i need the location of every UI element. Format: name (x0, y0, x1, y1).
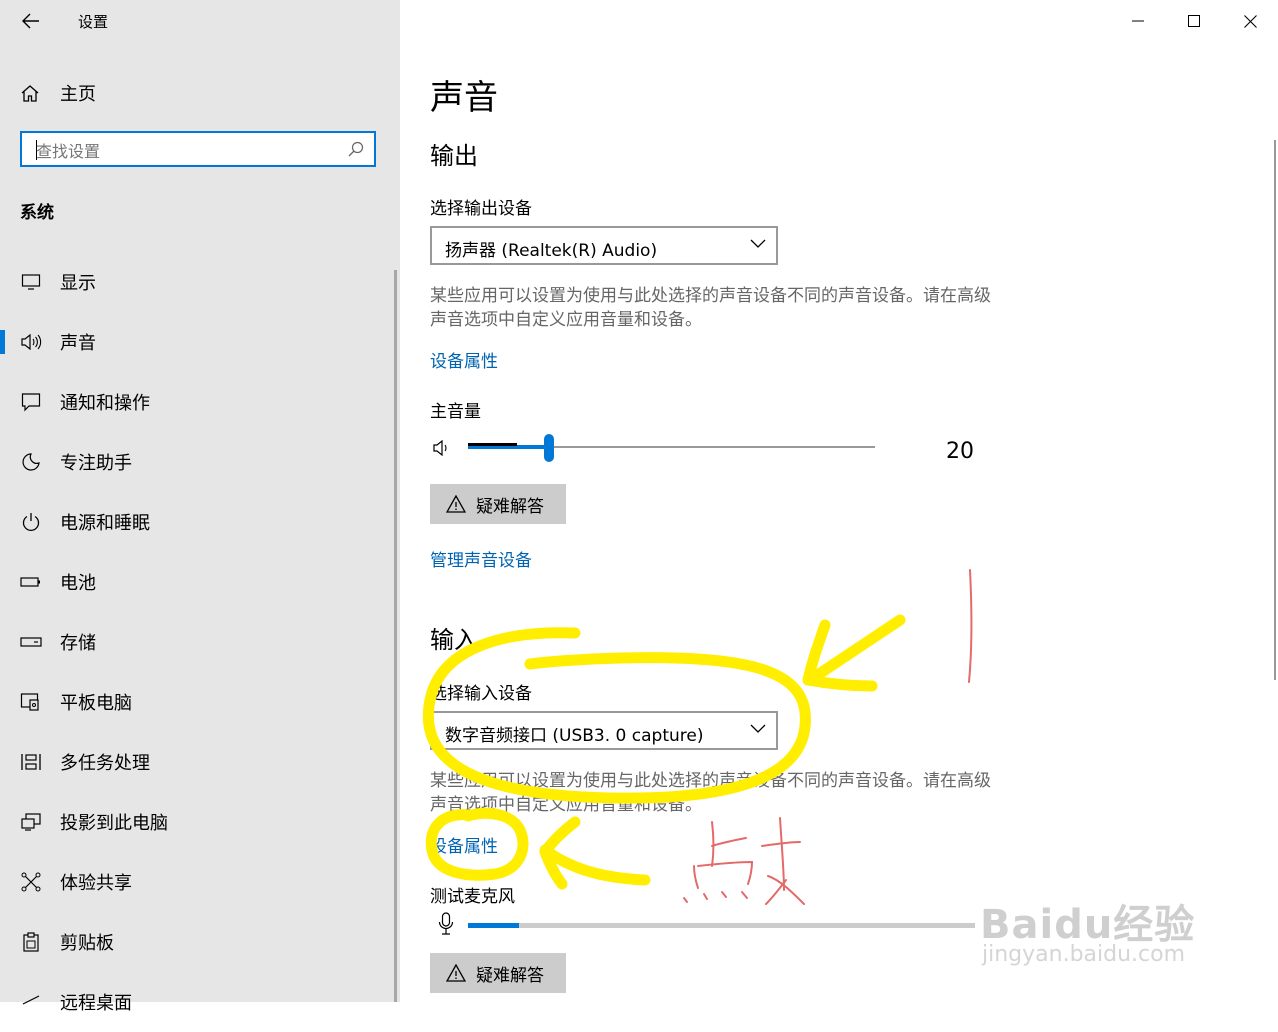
troubleshoot-label: 疑难解答 (476, 965, 544, 986)
page-title: 声音 (430, 78, 498, 118)
warning-icon (446, 495, 466, 513)
main-scrollbar[interactable] (1274, 140, 1276, 680)
project-icon (18, 809, 44, 835)
sidebar-item-label: 剪贴板 (60, 933, 114, 954)
home-label: 主页 (60, 84, 96, 105)
sidebar-item-shared-experiences[interactable]: 体验共享 (0, 852, 395, 912)
section-title: 系统 (20, 203, 54, 223)
sidebar-item-label: 显示 (60, 273, 96, 294)
sidebar-item-label: 多任务处理 (60, 753, 150, 774)
output-select-label: 选择输出设备 (430, 199, 532, 219)
sidebar-item-label: 通知和操作 (60, 393, 150, 414)
input-device-value: 数字音频接口 (USB3. 0 capture) (445, 726, 704, 746)
master-volume-label: 主音量 (430, 402, 481, 422)
storage-icon (18, 629, 44, 655)
clipboard-icon (18, 929, 44, 955)
sidebar-item-multitasking[interactable]: 多任务处理 (0, 732, 395, 792)
close-button[interactable] (1230, 6, 1270, 36)
home-icon (21, 85, 39, 102)
close-icon (1243, 14, 1257, 28)
sidebar-item-notifications[interactable]: 通知和操作 (0, 372, 395, 432)
chevron-down-icon (750, 239, 766, 248)
home-nav-item[interactable]: 主页 (20, 78, 96, 108)
active-indicator (0, 330, 5, 354)
manage-sound-devices-link[interactable]: 管理声音设备 (430, 546, 532, 571)
troubleshoot-label: 疑难解答 (476, 496, 544, 517)
notification-icon (18, 389, 44, 415)
input-troubleshoot-button[interactable]: 疑难解答 (430, 953, 566, 993)
output-troubleshoot-button[interactable]: 疑难解答 (430, 484, 566, 524)
sidebar-item-sound[interactable]: 声音 (0, 312, 395, 372)
warning-icon (446, 964, 466, 982)
input-description: 某些应用可以设置为使用与此处选择的声音设备不同的声音设备。请在高级声音选项中自定… (430, 771, 991, 815)
multitask-icon (18, 749, 44, 775)
speaker-icon (18, 329, 44, 355)
sidebar-item-display[interactable]: 显示 (0, 252, 395, 312)
output-description: 某些应用可以设置为使用与此处选择的声音设备不同的声音设备。请在高级声音选项中自定… (430, 286, 991, 330)
share-icon (18, 869, 44, 895)
input-select-label: 选择输入设备 (430, 684, 532, 704)
sidebar: 设置 主页 系统 显示 声音 通知和操作 专注助手 电源和睡眠 (0, 0, 400, 1014)
main-content: 声音 输出 选择输出设备 扬声器 (Realtek(R) Audio) 某些应用… (400, 0, 1278, 1002)
search-icon[interactable] (348, 141, 364, 157)
sidebar-item-label: 平板电脑 (60, 693, 132, 714)
volume-slider-thumb[interactable] (544, 434, 555, 462)
maximize-icon (1188, 15, 1200, 27)
minimize-button[interactable] (1118, 6, 1158, 36)
test-microphone-label: 测试麦克风 (430, 887, 515, 907)
remote-desktop-icon (18, 989, 44, 1015)
app-title: 设置 (78, 13, 109, 31)
sidebar-item-project[interactable]: 投影到此电脑 (0, 792, 395, 852)
minimize-icon (1132, 20, 1144, 22)
display-icon (18, 269, 44, 295)
search-input[interactable] (34, 139, 338, 163)
maximize-button[interactable] (1174, 6, 1214, 36)
volume-value: 20 (946, 439, 974, 464)
sidebar-item-power[interactable]: 电源和睡眠 (0, 492, 395, 552)
output-device-dropdown[interactable]: 扬声器 (Realtek(R) Audio) (430, 226, 778, 265)
sidebar-item-label: 电源和睡眠 (60, 513, 150, 534)
sidebar-item-tablet[interactable]: 平板电脑 (0, 672, 395, 732)
sidebar-item-label: 电池 (60, 573, 96, 594)
input-device-properties-link[interactable]: 设备属性 (430, 832, 498, 857)
sidebar-item-label: 远程桌面 (60, 993, 132, 1014)
back-arrow-icon (22, 13, 39, 29)
output-heading: 输出 (430, 142, 478, 170)
sidebar-item-remote-desktop[interactable]: 远程桌面 (0, 972, 395, 1032)
sidebar-item-clipboard[interactable]: 剪贴板 (0, 912, 395, 972)
sidebar-item-storage[interactable]: 存储 (0, 612, 395, 672)
sidebar-item-label: 投影到此电脑 (60, 813, 168, 834)
output-device-value: 扬声器 (Realtek(R) Audio) (445, 241, 658, 261)
chevron-down-icon (750, 724, 766, 733)
back-button[interactable] (18, 8, 44, 34)
microphone-icon (438, 912, 454, 935)
sidebar-item-label: 体验共享 (60, 873, 132, 894)
sidebar-item-battery[interactable]: 电池 (0, 552, 395, 612)
sidebar-item-label: 存储 (60, 633, 96, 654)
battery-icon (18, 569, 44, 595)
watermark-url: jingyan.baidu.com (982, 942, 1186, 967)
input-device-dropdown[interactable]: 数字音频接口 (USB3. 0 capture) (430, 711, 778, 750)
sidebar-item-label: 声音 (60, 333, 96, 354)
mic-level-fill (468, 923, 519, 928)
input-heading: 输入 (430, 626, 478, 654)
sidebar-item-label: 专注助手 (60, 453, 132, 474)
volume-speaker-icon[interactable] (432, 438, 454, 458)
output-device-properties-link[interactable]: 设备属性 (430, 347, 498, 372)
search-box[interactable] (20, 131, 376, 167)
moon-icon (18, 449, 44, 475)
tablet-icon (18, 689, 44, 715)
volume-peak-meter (468, 443, 517, 446)
mic-level-track (468, 923, 975, 928)
sidebar-item-focus-assist[interactable]: 专注助手 (0, 432, 395, 492)
power-icon (18, 509, 44, 535)
sidebar-scrollbar[interactable] (394, 270, 397, 1002)
